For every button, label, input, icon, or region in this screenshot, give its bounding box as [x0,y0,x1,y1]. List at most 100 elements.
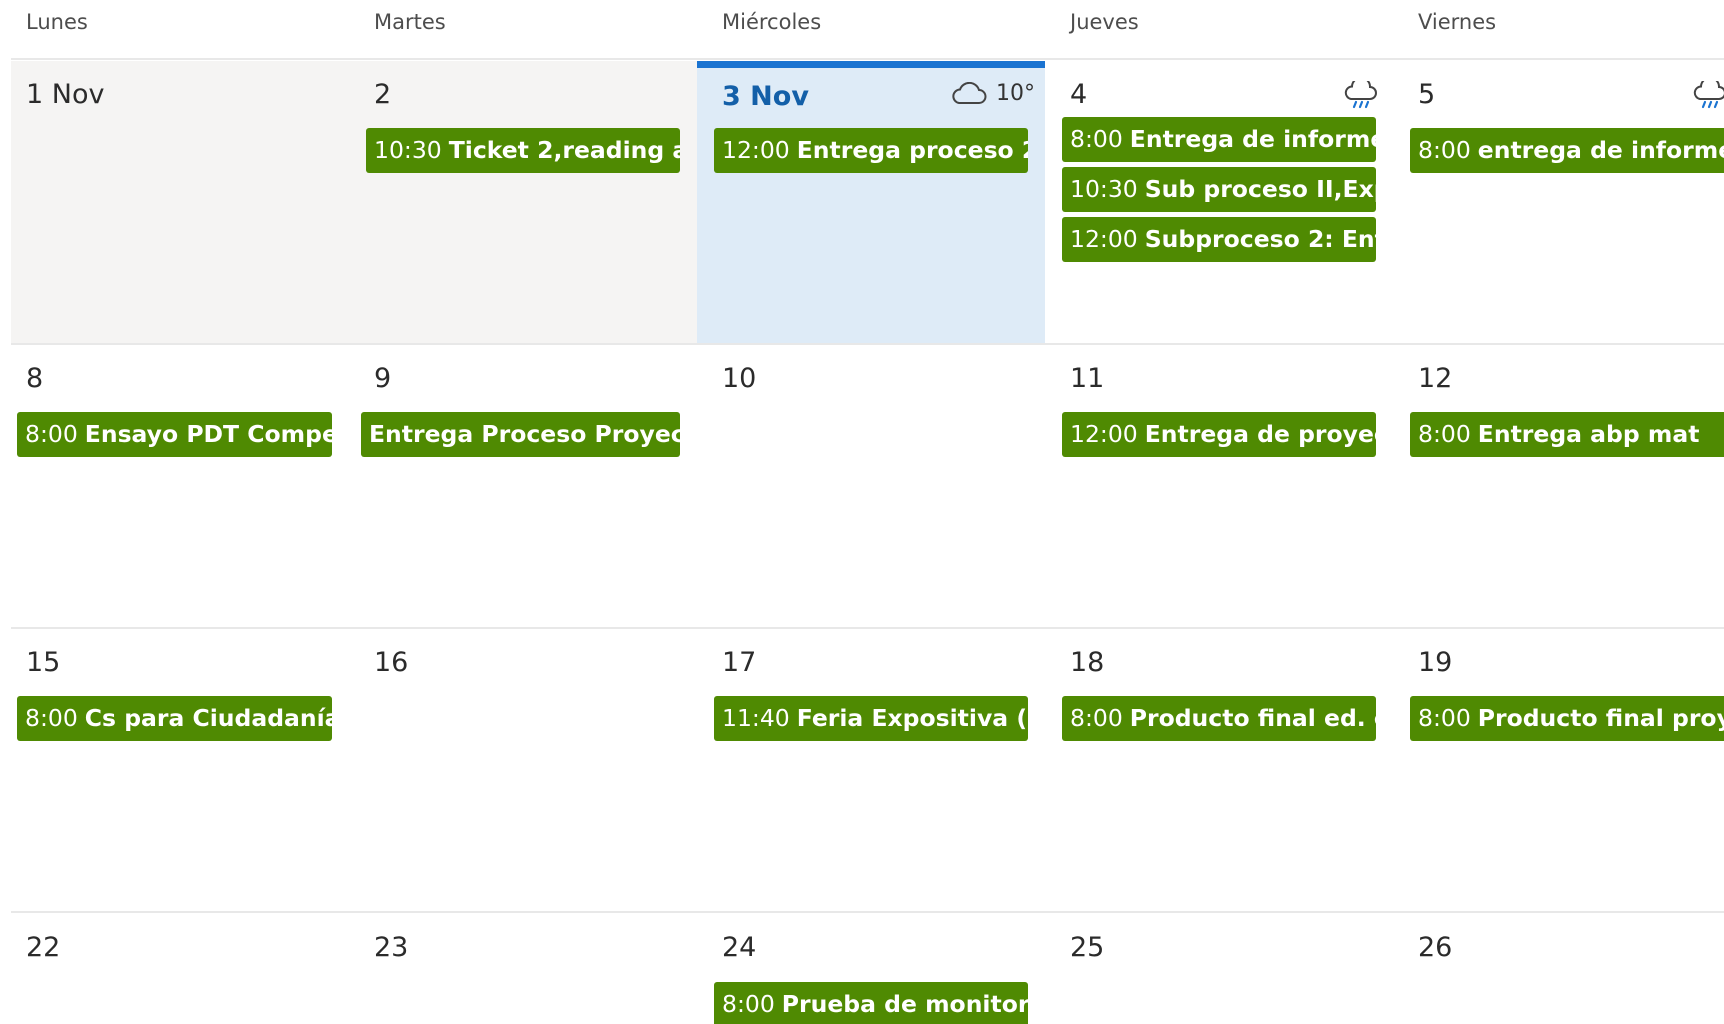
event-time: 8:00 [722,990,775,1018]
event-time: 8:00 [25,420,78,448]
today-indicator [697,61,1045,68]
event-time: 12:00 [722,136,790,164]
day-cell-18[interactable]: 18 8:00Producto final ed. ciu [1045,629,1393,911]
date-number: 24 [722,932,757,963]
event-time: 11:40 [722,704,790,732]
calendar-event[interactable]: 10:30Sub proceso II,Expos [1062,167,1376,212]
date-number: 5 [1418,79,1436,110]
day-cell-19[interactable]: 19 8:00Producto final proyec [1393,629,1724,911]
cloud-icon [952,81,987,104]
event-title: Ensayo PDT Compete [84,420,332,448]
day-cell-17[interactable]: 17 11:40Feria Expositiva ( Re [697,629,1045,911]
day-cell-24[interactable]: 24 8:00Prueba de monitoreo [697,914,1045,1024]
day-cell-26[interactable]: 26 [1393,914,1724,1024]
day-cell-10[interactable]: 10 [697,345,1045,627]
weekday-thursday: Jueves [1070,10,1139,34]
temperature: 10° [996,81,1035,106]
calendar-event[interactable]: 10:30Ticket 2,reading and [366,128,680,173]
day-cell-4[interactable]: 4 8:00Entrega de informe m 10:30Sub proc… [1045,61,1393,343]
event-title: entrega de informe m [1477,136,1724,164]
event-time: 8:00 [1418,420,1471,448]
date-number: 9 [374,363,392,394]
calendar-event[interactable]: 8:00Producto final ed. ciu [1062,696,1376,741]
event-time: 8:00 [1070,704,1123,732]
date-number: 19 [1418,647,1453,678]
calendar-event[interactable]: 8:00Cs para Ciudadanía , ( [17,696,332,741]
calendar-event[interactable]: 8:00 Entrega abp mat [1410,412,1724,457]
date-number: 26 [1418,932,1453,963]
date-number: 23 [374,932,409,963]
rain-cloud-icon [1344,81,1377,109]
date-number: 1 Nov [26,79,105,110]
calendar-event[interactable]: 8:00entrega de informe m [1410,128,1724,173]
calendar-event[interactable]: 11:40Feria Expositiva ( Re [714,696,1028,741]
date-number: 16 [374,647,409,678]
calendar-event[interactable]: 8:00Entrega de informe m [1062,117,1376,162]
weekday-tuesday: Martes [374,10,446,34]
event-title: Ticket 2,reading and [448,136,680,164]
calendar-event[interactable]: Entrega Proceso Proyecto I [361,412,680,457]
date-number: 15 [26,647,61,678]
date-number: 10 [722,363,757,394]
weekday-monday: Lunes [26,10,88,34]
week-row-2: 8 8:00Ensayo PDT Compete 9 Entrega Proce… [0,345,1724,627]
event-title: Entrega de proyecto [1144,420,1376,448]
day-cell-15[interactable]: 15 8:00Cs para Ciudadanía , ( [11,629,349,911]
event-title: Prueba de monitoreo [781,990,1028,1018]
day-cell-8[interactable]: 8 8:00Ensayo PDT Compete [11,345,349,627]
date-number: 22 [26,932,61,963]
day-cell-22[interactable]: 22 [11,914,349,1024]
calendar-event[interactable]: 12:00Entrega proceso 2 C [714,128,1028,173]
date-number: 12 [1418,363,1453,394]
divider [11,911,1724,913]
day-cell-3-nov-today[interactable]: 3 Nov 10° 12:00Entrega proceso 2 C [697,61,1045,343]
weather-widget[interactable] [1692,81,1724,111]
event-time: 12:00 [1070,420,1138,448]
weather-widget[interactable]: 10° [950,81,1035,106]
day-cell-2[interactable]: 2 10:30Ticket 2,reading and [349,61,697,343]
event-title: Entrega proceso 2 C [796,136,1028,164]
event-title: Producto final proyec [1477,704,1724,732]
day-cell-9[interactable]: 9 Entrega Proceso Proyecto I [349,345,697,627]
divider [11,58,1724,60]
weekday-wednesday: Miércoles [722,10,822,34]
event-time: 10:30 [374,136,442,164]
date-number: 11 [1070,363,1105,394]
date-number: 4 [1070,79,1088,110]
event-title: Sub proceso II,Expos [1144,175,1376,203]
weekday-friday: Viernes [1418,10,1497,34]
week-row-4: 22 23 24 8:00Prueba de monitoreo 25 26 [0,914,1724,1024]
event-title: Producto final ed. ciu [1129,704,1376,732]
event-time: 8:00 [1418,136,1471,164]
date-number: 18 [1070,647,1105,678]
calendar-event[interactable]: 8:00Producto final proyec [1410,696,1724,741]
date-number: 2 [374,79,392,110]
date-number: 8 [26,363,44,394]
event-time: 12:00 [1070,225,1138,253]
calendar-event[interactable]: 12:00Entrega de proyecto [1062,412,1376,457]
day-cell-25[interactable]: 25 [1045,914,1393,1024]
rain-cloud-icon [1693,81,1724,109]
event-time: 8:00 [25,704,78,732]
calendar-event[interactable]: 8:00Ensayo PDT Compete [17,412,332,457]
event-title: Entrega de informe m [1129,125,1376,153]
day-cell-12[interactable]: 12 8:00 Entrega abp mat [1393,345,1724,627]
day-cell-16[interactable]: 16 [349,629,697,911]
week-row-3: 15 8:00Cs para Ciudadanía , ( 16 17 11:4… [0,629,1724,911]
day-cell-5[interactable]: 5 8:00entrega de informe m [1393,61,1724,343]
event-title: Feria Expositiva ( Re [796,704,1028,732]
weekday-header: Lunes Martes Miércoles Jueves Viernes [0,0,1724,58]
event-time: 8:00 [1070,125,1123,153]
calendar-event[interactable]: 8:00Prueba de monitoreo [714,982,1028,1024]
day-cell-23[interactable]: 23 [349,914,697,1024]
weather-widget[interactable] [1343,81,1379,111]
event-time: 8:00 [1418,704,1471,732]
day-cell-11[interactable]: 11 12:00Entrega de proyecto [1045,345,1393,627]
calendar-event[interactable]: 12:00Subproceso 2: Entre [1062,217,1376,262]
event-time: 10:30 [1070,175,1138,203]
event-title: Subproceso 2: Entre [1144,225,1376,253]
date-number: 3 Nov [722,81,809,112]
event-title: Entrega Proceso Proyecto I [369,420,680,448]
date-number: 25 [1070,932,1105,963]
event-title: Cs para Ciudadanía , ( [84,704,332,732]
